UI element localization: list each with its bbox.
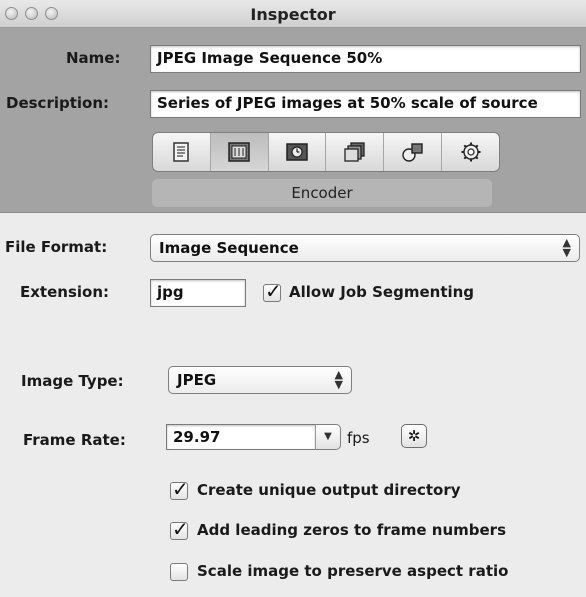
extension-label: Extension: (20, 283, 109, 301)
actions-icon (461, 142, 481, 162)
allow-job-segmenting-checkbox[interactable]: ✓ (263, 279, 282, 303)
frame-rate-label: Frame Rate: (23, 431, 126, 449)
filters-icon (344, 142, 365, 162)
file-format-popup[interactable]: Image Sequence ▲ ▼ (150, 234, 580, 262)
frame-controls-icon (286, 143, 308, 161)
image-type-value: JPEG (177, 371, 217, 389)
frame-rate-dropdown-icon[interactable]: ▼ (315, 424, 341, 450)
tab-frame-controls[interactable] (269, 133, 327, 171)
extension-field[interactable]: jpg (150, 279, 246, 307)
create-unique-output-directory-label: Create unique output directory (197, 481, 461, 499)
file-format-label: File Format: (5, 238, 108, 256)
summary-icon (173, 142, 190, 162)
file-format-value: Image Sequence (159, 239, 299, 257)
window-title: Inspector (250, 5, 336, 24)
add-leading-zeros-label: Add leading zeros to frame numbers (197, 521, 507, 539)
inspector-window: Inspector Name: JPEG Image Sequence 50% … (0, 0, 586, 597)
description-label: Description: (6, 94, 110, 112)
tab-summary[interactable] (153, 133, 211, 171)
fps-label: fps (347, 429, 370, 447)
geometry-icon (402, 143, 423, 162)
add-leading-zeros-checkbox[interactable]: ✓ (170, 517, 189, 541)
name-field[interactable]: JPEG Image Sequence 50% (150, 45, 581, 73)
allow-job-segmenting-label: Allow Job Segmenting (289, 283, 475, 301)
tab-filters[interactable] (326, 133, 385, 171)
preset-header-panel: Name: JPEG Image Sequence 50% Descriptio… (0, 28, 586, 213)
tab-geometry[interactable] (384, 133, 443, 171)
create-unique-output-directory-checkbox[interactable]: ✓ (170, 477, 189, 501)
popup-arrows-icon: ▲ ▼ (334, 368, 343, 391)
encoder-icon (228, 142, 250, 162)
description-field[interactable]: Series of JPEG images at 50% scale of so… (150, 90, 581, 118)
check-icon: ✓ (172, 477, 189, 501)
popup-arrows-icon: ▲ ▼ (562, 236, 571, 259)
title-bar[interactable]: Inspector (0, 0, 586, 28)
scale-image-preserve-aspect-checkbox[interactable] (170, 563, 188, 581)
tab-encoder[interactable] (210, 133, 269, 171)
frame-rate-field[interactable]: 29.97 (166, 424, 316, 450)
check-icon: ✓ (265, 279, 282, 303)
name-label: Name: (66, 49, 121, 67)
frame-rate-settings-gear-icon[interactable]: ✲ (401, 424, 427, 448)
check-icon: ✓ (172, 517, 189, 541)
active-tab-label: Encoder (152, 179, 492, 207)
image-type-label: Image Type: (21, 372, 124, 390)
inspector-tab-bar (152, 132, 500, 172)
tab-actions[interactable] (442, 133, 499, 171)
scale-image-preserve-aspect-label: Scale image to preserve aspect ratio (197, 562, 509, 580)
image-type-popup[interactable]: JPEG ▲ ▼ (168, 366, 352, 394)
